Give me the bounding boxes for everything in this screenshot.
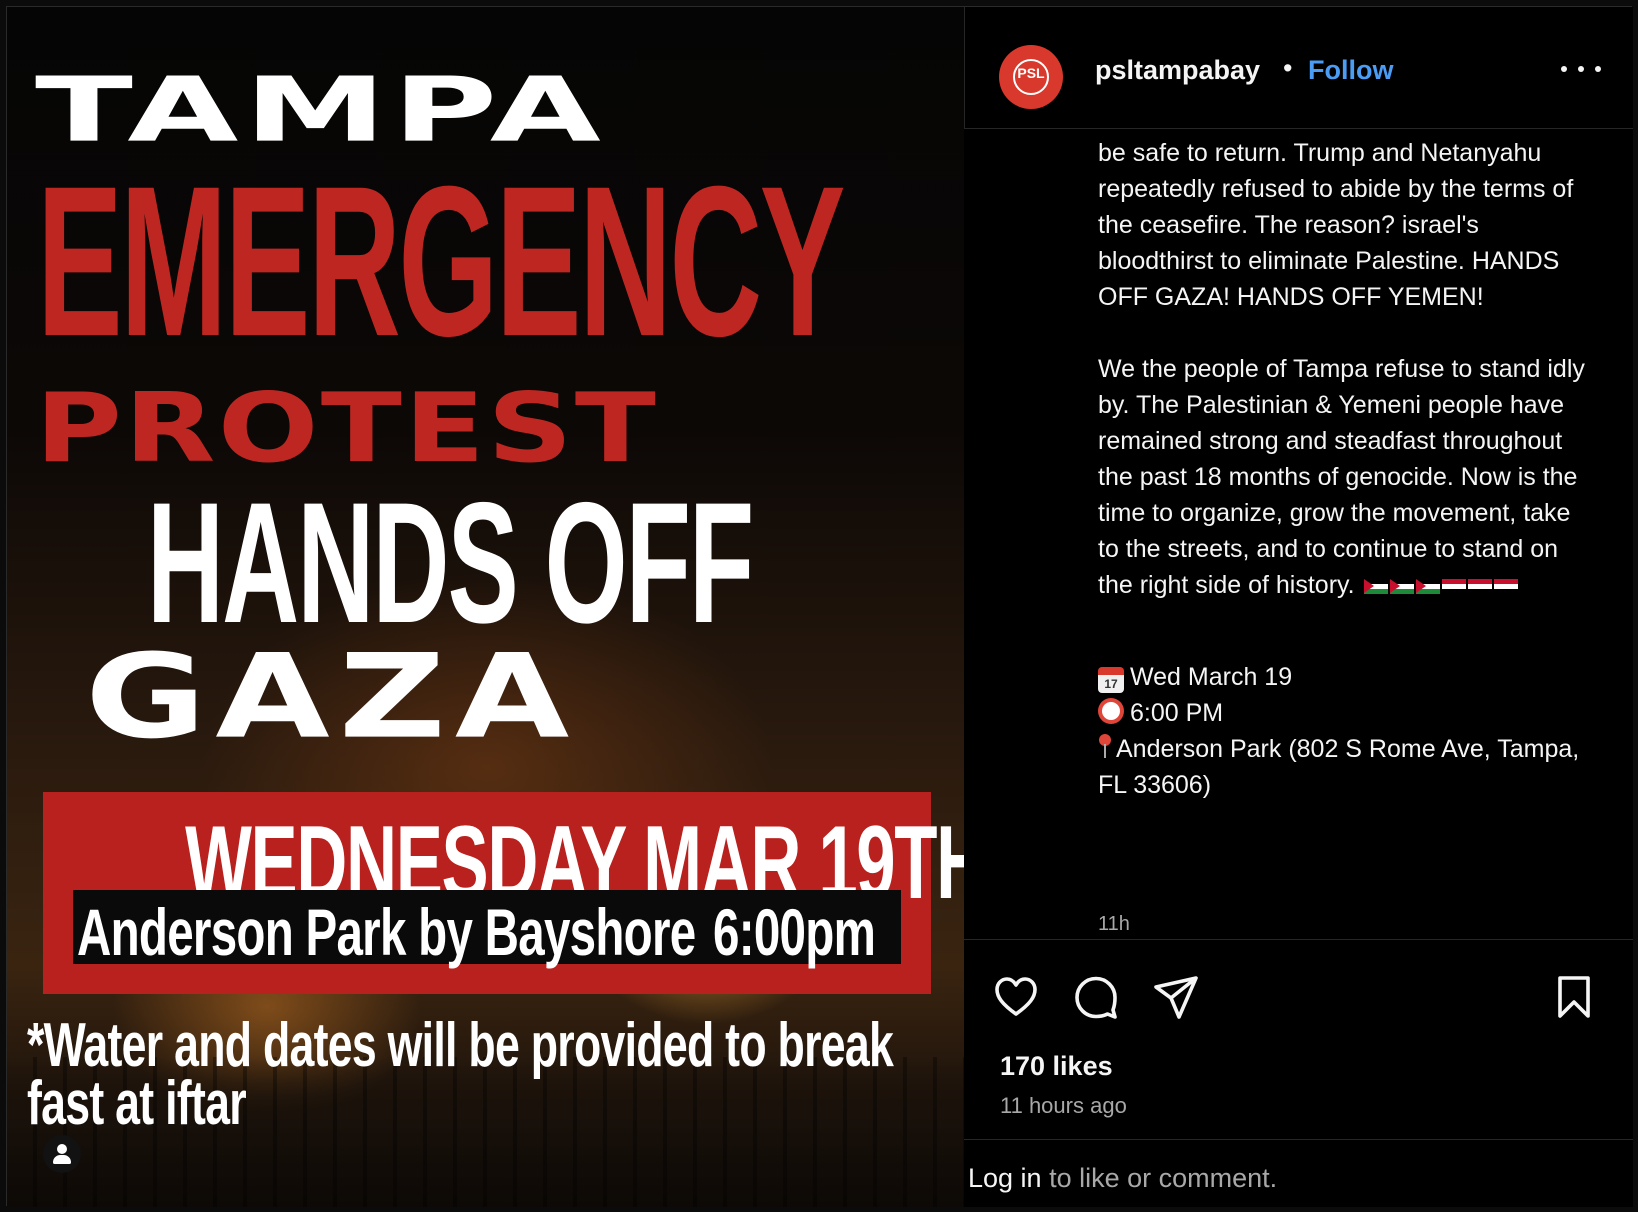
login-prompt-text: to like or comment. [1041,1163,1278,1193]
caption-date-line: 17 Wed March 19 [1098,659,1598,695]
post-timestamp[interactable]: 11 hours ago [1000,1093,1127,1119]
share-icon [1154,976,1198,1019]
poster-event-banner: WEDNESDAY MAR 19TH Anderson Park by Bays… [43,792,964,994]
save-button[interactable] [1550,973,1598,1021]
avatar[interactable]: PSL [999,45,1063,109]
caption-location: Anderson Park (802 S Rome Ave, Tampa, FL… [1098,735,1587,799]
caption-location-line: Anderson Park (802 S Rome Ave, Tampa, FL… [1098,731,1598,803]
divider [964,1139,1633,1140]
post-image[interactable]: TAMPA EMERGENCY PROTEST HANDS OFF GAZA W… [7,7,964,1207]
divider [964,939,1633,940]
poster-location-strip: Anderson Park by Bayshore 6:00pm [73,890,901,969]
dot [1595,66,1601,72]
user-icon [57,1144,67,1154]
yemen-flag-icon [1441,579,1466,594]
caption-time-ago[interactable]: 11h [1098,913,1130,936]
yemen-flag-icon [1467,579,1492,594]
comment-icon [1075,976,1117,1019]
caption-time: 6:00 PM [1130,699,1224,727]
login-prompt: Log in to like or comment. [968,1163,1277,1194]
more-options-icon[interactable] [1561,61,1601,77]
post-caption: be safe to return. Trump and Netanyahu r… [1098,135,1598,803]
share-button[interactable] [1152,973,1200,1021]
caption-paragraph-1: be safe to return. Trump and Netanyahu r… [1098,139,1581,311]
dot [1561,66,1567,72]
poster-emergency-text: EMERGENCY [37,142,845,381]
caption-paragraph-2: We the people of Tampa refuse to stand i… [1098,351,1598,603]
flags [1355,571,1518,599]
calendar-icon: 17 [1098,667,1124,693]
caption-time-line: 6:00 PM [1098,695,1598,731]
separator-dot: • [1283,53,1293,83]
caption-paragraph-2-text: We the people of Tampa refuse to stand i… [1098,355,1592,599]
bookmark-icon [1558,976,1590,1018]
login-link[interactable]: Log in [968,1163,1042,1193]
palestine-flag-icon [1363,579,1388,594]
username-link[interactable]: psltampabay [1095,55,1260,86]
caption-date: Wed March 19 [1130,663,1293,691]
palestine-flag-icon [1389,579,1414,594]
alarm-clock-icon [1098,698,1124,724]
post-header: PSL psltampabay • Follow [964,7,1633,129]
poster-location: Anderson Park by Bayshore [77,895,696,969]
likes-count[interactable]: 170 likes [1000,1051,1113,1082]
instagram-post: TAMPA EMERGENCY PROTEST HANDS OFF GAZA W… [6,6,1633,1207]
post-side-panel: PSL psltampabay • Follow be safe to retu… [964,7,1633,1207]
heart-icon [995,977,1037,1016]
avatar-logo-text: PSL [1017,65,1045,81]
like-button[interactable] [992,973,1040,1021]
tagged-users-button[interactable] [43,1135,81,1173]
follow-button[interactable]: Follow [1308,55,1393,86]
poster-hands-off-text: HANDS OFF [147,467,754,659]
user-icon-body [53,1155,71,1164]
yemen-flag-icon [1493,579,1518,594]
palestine-flag-icon [1415,579,1440,594]
page-frame: TAMPA EMERGENCY PROTEST HANDS OFF GAZA W… [0,0,1638,1212]
comment-button[interactable] [1072,973,1120,1021]
poster-protest-text: PROTEST [35,371,659,484]
poster-gaza-text: GAZA [85,629,579,765]
dot [1578,66,1584,72]
poster-time: 6:00pm [712,895,876,969]
pin-icon [1098,734,1112,760]
poster-note: *Water and dates will be provided to bre… [27,1011,894,1138]
